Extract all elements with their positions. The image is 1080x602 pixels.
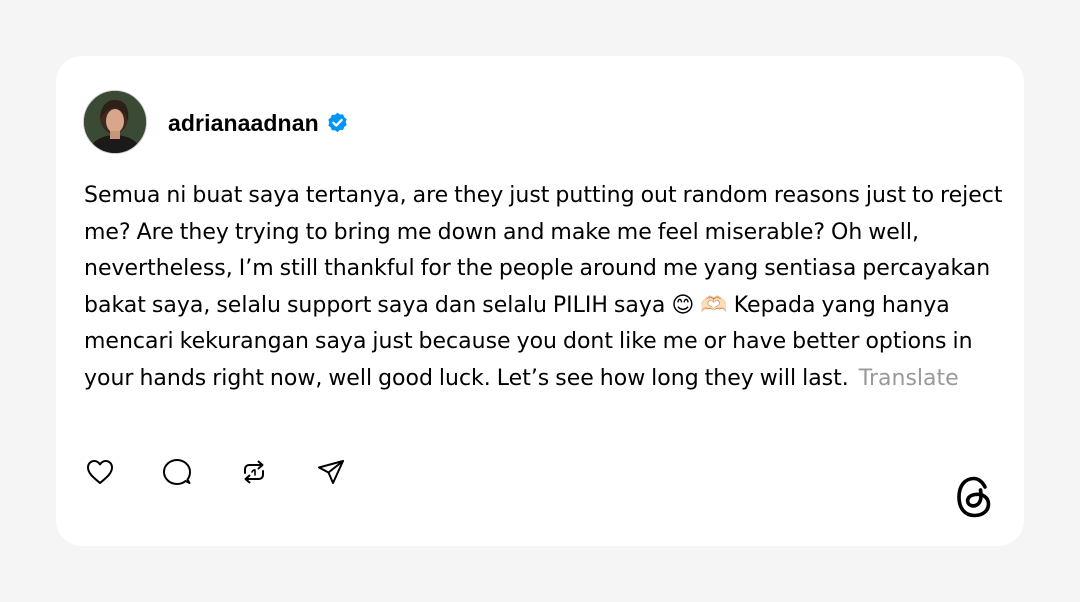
username[interactable]: adrianaadnan	[168, 110, 319, 137]
verified-badge-icon	[328, 112, 347, 132]
avatar[interactable]	[83, 90, 147, 154]
threads-logo-icon[interactable]	[954, 474, 996, 520]
username-row: adrianaadnan	[168, 108, 350, 138]
comment-icon	[163, 459, 191, 485]
post-text: Semua ni buat saya tertanya, are they ju…	[84, 178, 1004, 397]
heart-icon	[87, 460, 113, 484]
share-button[interactable]	[315, 456, 347, 488]
like-button[interactable]	[84, 456, 116, 488]
reply-button[interactable]	[161, 456, 193, 488]
heart-hands-emoji: 🫶🏻	[700, 292, 728, 318]
smiling-face-emoji: 😊	[671, 292, 695, 318]
translate-link[interactable]: Translate	[859, 366, 959, 391]
post-card: adrianaadnan Semua ni buat saya tertanya…	[56, 56, 1024, 546]
action-bar	[84, 456, 347, 488]
avatar-image	[84, 91, 146, 153]
repost-button[interactable]	[238, 456, 270, 488]
repost-icon	[244, 460, 264, 484]
send-icon	[318, 460, 344, 484]
